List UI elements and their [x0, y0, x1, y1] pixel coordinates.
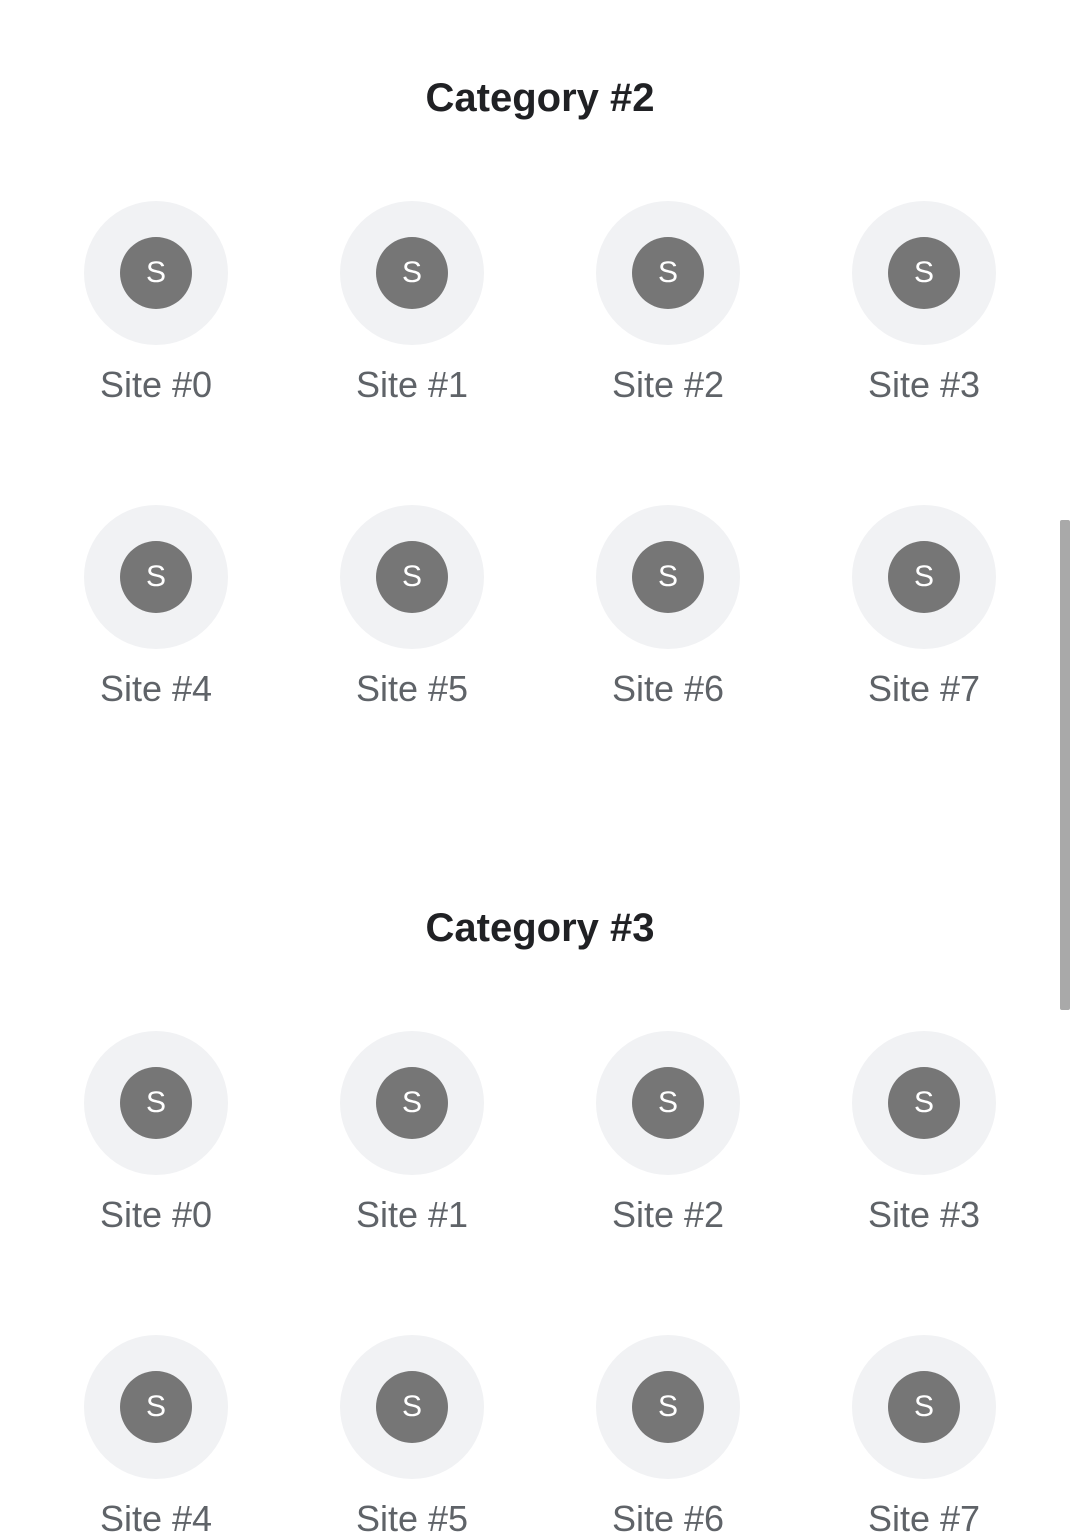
site-letter-icon: S: [376, 237, 448, 309]
site-tile[interactable]: S Site #0: [28, 1031, 284, 1335]
site-tile[interactable]: S Site #5: [284, 1335, 540, 1533]
site-letter-icon: S: [120, 541, 192, 613]
site-letter-icon: S: [888, 237, 960, 309]
site-icon-background: S: [340, 1335, 484, 1479]
site-icon-background: S: [340, 1031, 484, 1175]
site-icon-background: S: [596, 1031, 740, 1175]
site-tile[interactable]: S Site #7: [796, 1335, 1052, 1533]
site-tile[interactable]: S Site #4: [28, 1335, 284, 1533]
site-letter-icon: S: [632, 541, 704, 613]
site-letter-icon: S: [632, 1371, 704, 1443]
site-tile[interactable]: S Site #0: [28, 201, 284, 505]
site-label: Site #2: [611, 364, 725, 405]
site-tile[interactable]: S Site #3: [796, 201, 1052, 505]
site-icon-background: S: [596, 505, 740, 649]
site-tile[interactable]: S Site #3: [796, 1031, 1052, 1335]
vertical-scrollbar[interactable]: [1060, 520, 1070, 1010]
site-directory-page: Category #2 S Site #0 S Site #1 S Site #…: [0, 0, 1080, 1533]
site-label: Site #0: [99, 364, 213, 405]
site-label: Site #6: [611, 668, 725, 709]
site-label: Site #4: [99, 668, 213, 709]
site-letter-icon: S: [888, 1067, 960, 1139]
site-icon-background: S: [852, 1031, 996, 1175]
category-title: Category #2: [425, 76, 655, 120]
site-tile[interactable]: S Site #6: [540, 505, 796, 809]
site-letter-icon: S: [888, 541, 960, 613]
site-label: Site #7: [867, 1498, 981, 1533]
site-letter-icon: S: [376, 1067, 448, 1139]
site-icon-background: S: [84, 201, 228, 345]
site-letter-icon: S: [120, 1371, 192, 1443]
site-label: Site #5: [355, 1498, 469, 1533]
site-tile[interactable]: S Site #1: [284, 201, 540, 505]
site-letter-icon: S: [888, 1371, 960, 1443]
site-icon-background: S: [596, 1335, 740, 1479]
site-icon-background: S: [852, 1335, 996, 1479]
site-letter-icon: S: [120, 237, 192, 309]
site-label: Site #0: [99, 1194, 213, 1235]
site-letter-icon: S: [632, 237, 704, 309]
site-icon-background: S: [340, 201, 484, 345]
site-icon-background: S: [84, 505, 228, 649]
site-icon-background: S: [596, 201, 740, 345]
site-label: Site #5: [355, 668, 469, 709]
site-label: Site #1: [355, 364, 469, 405]
site-tile[interactable]: S Site #7: [796, 505, 1052, 809]
site-icon-background: S: [340, 505, 484, 649]
site-tile[interactable]: S Site #2: [540, 201, 796, 505]
site-label: Site #6: [611, 1498, 725, 1533]
site-label: Site #1: [355, 1194, 469, 1235]
site-tile[interactable]: S Site #6: [540, 1335, 796, 1533]
site-tile[interactable]: S Site #2: [540, 1031, 796, 1335]
site-tile[interactable]: S Site #1: [284, 1031, 540, 1335]
site-icon-background: S: [852, 505, 996, 649]
site-label: Site #7: [867, 668, 981, 709]
site-letter-icon: S: [376, 1371, 448, 1443]
site-icon-background: S: [84, 1335, 228, 1479]
site-letter-icon: S: [632, 1067, 704, 1139]
site-tile[interactable]: S Site #5: [284, 505, 540, 809]
site-icon-background: S: [852, 201, 996, 345]
site-label: Site #3: [867, 1194, 981, 1235]
site-label: Site #3: [867, 364, 981, 405]
site-letter-icon: S: [376, 541, 448, 613]
site-letter-icon: S: [120, 1067, 192, 1139]
site-tile[interactable]: S Site #4: [28, 505, 284, 809]
site-label: Site #4: [99, 1498, 213, 1533]
site-icon-background: S: [84, 1031, 228, 1175]
category-title: Category #3: [425, 906, 655, 950]
site-label: Site #2: [611, 1194, 725, 1235]
